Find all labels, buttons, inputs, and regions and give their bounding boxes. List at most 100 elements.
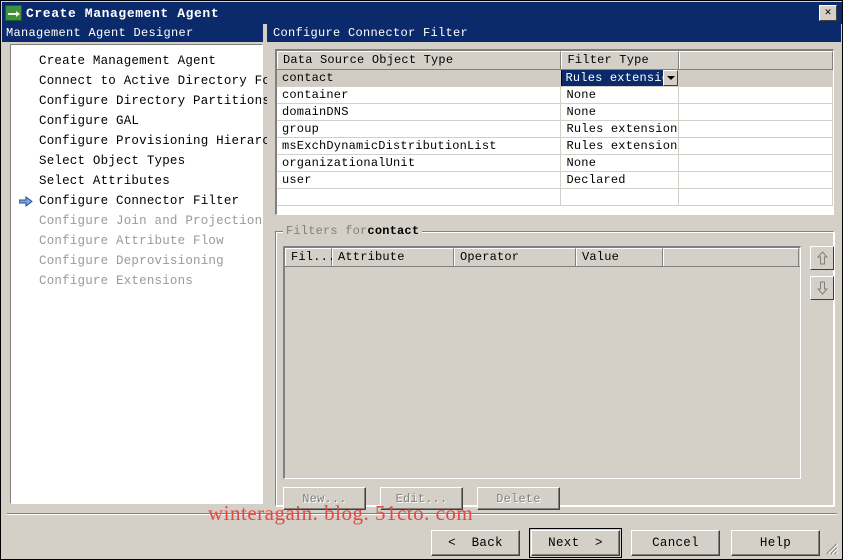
column-header-data-source-object-type[interactable]: Data Source Object Type <box>277 51 562 69</box>
sidebar-item-select-attributes[interactable]: Select Attributes <box>11 171 262 191</box>
cell-object-type: container <box>277 87 562 103</box>
column-header-attribute[interactable]: Attribute <box>332 248 454 266</box>
sidebar-item-configure-extensions: Configure Extensions <box>11 271 262 291</box>
table-row[interactable]: contact Rules extension <box>277 70 833 87</box>
sidebar-item-label: Configure GAL <box>39 114 140 128</box>
table-row-empty[interactable] <box>277 189 833 206</box>
sidebar-item-label: Select Attributes <box>39 174 170 188</box>
sidebar-item-label: Create Management Agent <box>39 54 217 68</box>
sidebar-item-label: Configure Connector Filter <box>39 194 240 208</box>
table-row[interactable]: user Declared <box>277 172 833 189</box>
back-button-prefix: < <box>448 536 456 550</box>
cell-object-type: organizationalUnit <box>277 155 562 171</box>
sidebar-item-configure-deprovisioning: Configure Deprovisioning <box>11 251 262 271</box>
cell-object-type: msExchDynamicDistributionList <box>277 138 562 154</box>
chevron-down-icon[interactable] <box>663 70 679 86</box>
sidebar-item-label: Configure Directory Partitions <box>39 94 271 108</box>
column-header-value[interactable]: Value <box>576 248 663 266</box>
table-row[interactable]: container None <box>277 87 833 104</box>
current-step-arrow-icon <box>19 196 33 207</box>
sidebar-item-connect-to-active-directory-forest[interactable]: Connect to Active Directory Forest <box>11 71 301 91</box>
table-row[interactable]: msExchDynamicDistributionList Rules exte… <box>277 138 833 155</box>
title-bar: Create Management Agent ✕ <box>2 2 842 24</box>
sidebar-item-configure-join-and-projection-rules: Configure Join and Projection Rules <box>11 211 308 231</box>
agent-icon <box>5 5 22 21</box>
delete-button[interactable]: Delete <box>477 487 560 510</box>
back-button-label: Back <box>471 536 503 550</box>
dialog-window: Create Management Agent ✕ Management Age… <box>0 0 843 560</box>
cell-blank <box>679 138 833 154</box>
cell-blank <box>679 104 833 120</box>
filters-grid[interactable]: Fil... Attribute Operator Value <box>283 246 801 479</box>
sidebar-item-label: Configure Deprovisioning <box>39 254 224 268</box>
next-button-label: Next <box>548 536 580 550</box>
cell-object-type: domainDNS <box>277 104 562 120</box>
edit-button[interactable]: Edit... <box>380 487 463 510</box>
cancel-button-label: Cancel <box>652 536 699 550</box>
window-title: Create Management Agent <box>26 5 220 21</box>
table-row[interactable]: organizationalUnit None <box>277 155 833 172</box>
help-button[interactable]: Help <box>731 530 820 556</box>
next-button-suffix: > <box>595 536 603 550</box>
cell-blank <box>679 172 833 188</box>
filter-reorder-controls <box>810 246 834 306</box>
cell-blank <box>679 87 833 103</box>
close-icon[interactable]: ✕ <box>819 5 837 21</box>
sidebar-item-configure-provisioning-hierarchy[interactable]: Configure Provisioning Hierarchy <box>11 131 285 151</box>
table-row[interactable]: domainDNS None <box>277 104 833 121</box>
sidebar-item-configure-gal[interactable]: Configure GAL <box>11 111 262 131</box>
sidebar-item-label: Configure Extensions <box>39 274 194 288</box>
cell-filter-type: Rules extension <box>561 121 680 137</box>
delete-button-label: Delete <box>496 491 541 506</box>
filters-label-target: contact <box>367 224 420 238</box>
next-button[interactable]: Next > <box>529 528 622 558</box>
connector-filter-pane: Configure Connector Filter Data Source O… <box>267 24 841 510</box>
new-button-label: New... <box>302 491 347 506</box>
cell-object-type: contact <box>277 70 562 86</box>
cell-object-type <box>277 189 562 205</box>
cell-filter-type: Declared <box>561 172 680 188</box>
edit-button-label: Edit... <box>395 491 448 506</box>
column-header-blank[interactable] <box>663 248 799 266</box>
filters-label-prefix: Filters for <box>286 224 368 238</box>
arrow-up-icon[interactable] <box>810 246 834 270</box>
connector-filter-header: Configure Connector Filter <box>267 24 841 42</box>
back-button[interactable]: < Back <box>431 530 520 556</box>
sidebar-item-label: Connect to Active Directory Forest <box>39 74 301 88</box>
filters-grid-header: Fil... Attribute Operator Value <box>285 248 800 267</box>
cell-filter-type <box>561 189 680 205</box>
cell-filter-type: None <box>561 104 680 120</box>
cell-blank <box>679 155 833 171</box>
arrow-down-icon[interactable] <box>810 276 834 300</box>
dialog-footer: < Back Next > Cancel Help <box>1 525 842 559</box>
column-header-blank[interactable] <box>679 51 833 69</box>
cancel-button[interactable]: Cancel <box>631 530 720 556</box>
filter-type-combobox[interactable]: Rules extension <box>561 70 679 86</box>
cell-filter-type: None <box>561 87 680 103</box>
sidebar-item-configure-connector-filter[interactable]: Configure Connector Filter <box>11 191 262 211</box>
filters-groupbox-label: Filters forcontact <box>283 224 423 238</box>
new-button[interactable]: New... <box>283 487 366 510</box>
column-header-filter[interactable]: Fil... <box>285 248 335 266</box>
sidebar-item-select-object-types[interactable]: Select Object Types <box>11 151 262 171</box>
object-type-grid-header: Data Source Object Type Filter Type <box>277 51 833 70</box>
filter-action-buttons: New... Edit... Delete <box>283 487 560 510</box>
sidebar-item-create-management-agent[interactable]: Create Management Agent <box>11 51 262 71</box>
cell-object-type: user <box>277 172 562 188</box>
wizard-step-list: Create Management Agent Connect to Activ… <box>10 44 308 504</box>
cell-filter-type[interactable]: Rules extension <box>561 70 680 86</box>
sidebar-item-configure-attribute-flow: Configure Attribute Flow <box>11 231 262 251</box>
table-row[interactable]: group Rules extension <box>277 121 833 138</box>
object-type-grid[interactable]: Data Source Object Type Filter Type cont… <box>275 49 834 215</box>
sidebar-item-configure-directory-partitions[interactable]: Configure Directory Partitions <box>11 91 270 111</box>
designer-pane-header: Management Agent Designer <box>2 24 263 42</box>
cell-object-type: group <box>277 121 562 137</box>
sidebar-item-label: Select Object Types <box>39 154 186 168</box>
column-header-operator[interactable]: Operator <box>454 248 576 266</box>
footer-divider <box>7 513 837 515</box>
cell-filter-type: None <box>561 155 680 171</box>
designer-pane: Management Agent Designer Create Managem… <box>2 24 308 506</box>
column-header-filter-type[interactable]: Filter Type <box>561 51 680 69</box>
filter-type-combobox-value: Rules extension <box>562 70 664 86</box>
cell-filter-type: Rules extension <box>561 138 680 154</box>
